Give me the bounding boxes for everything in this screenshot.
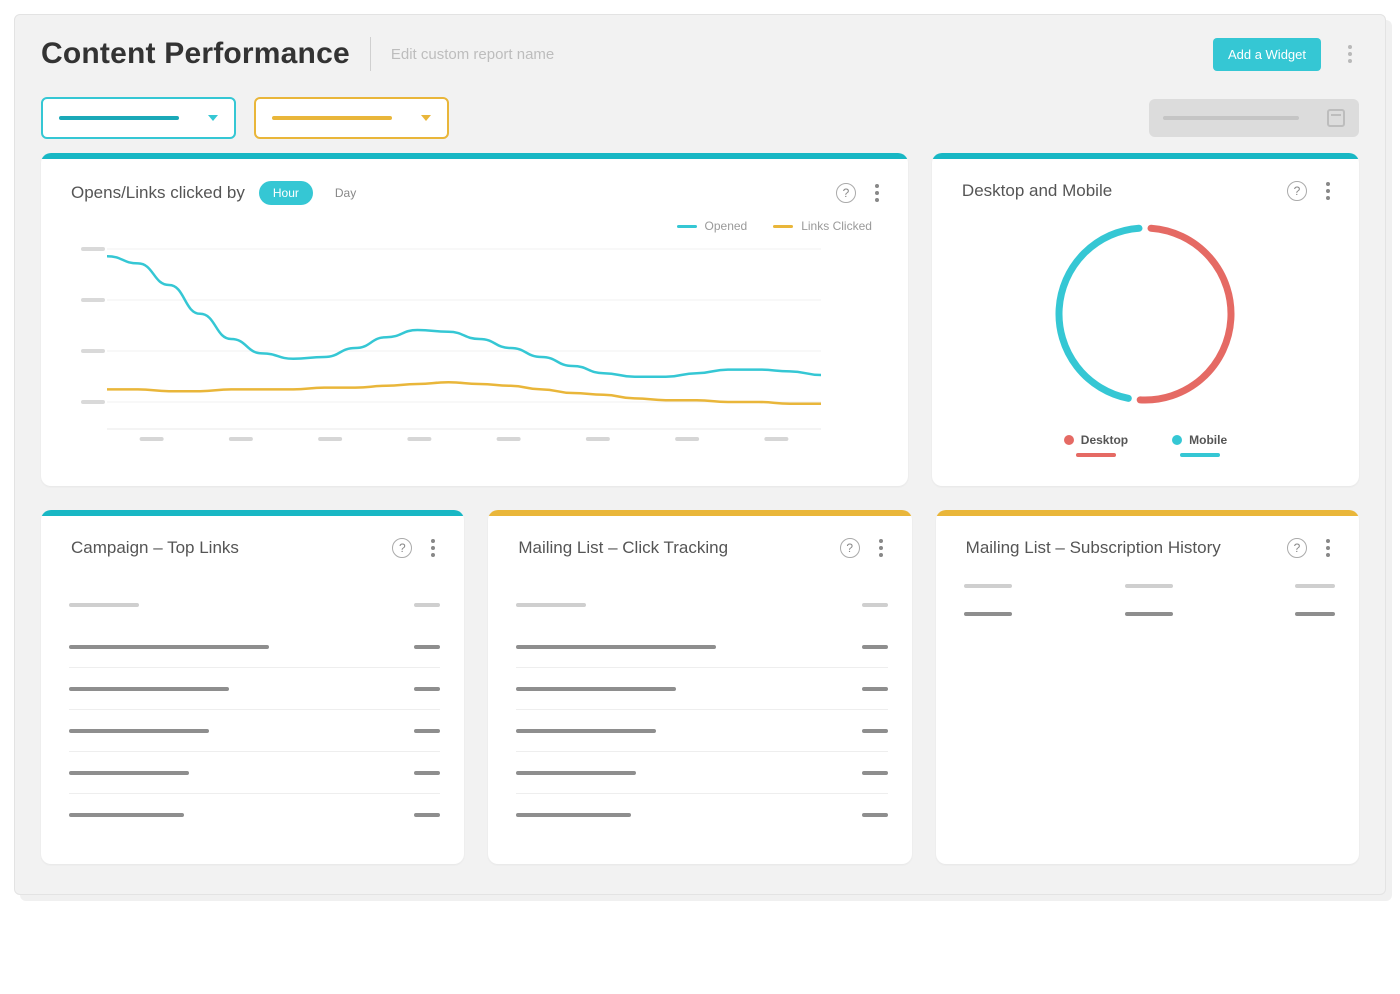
date-value-placeholder bbox=[1163, 116, 1299, 120]
filter-dropdown-secondary[interactable] bbox=[254, 97, 449, 139]
legend-dot bbox=[1172, 435, 1182, 445]
report-name-editor[interactable]: Edit custom report name bbox=[391, 46, 554, 63]
date-range-picker[interactable] bbox=[1149, 99, 1359, 137]
report-frame: Content Performance Edit custom report n… bbox=[14, 14, 1386, 895]
header-divider bbox=[370, 37, 371, 71]
help-icon[interactable]: ? bbox=[1287, 538, 1307, 558]
widget-title: Campaign – Top Links bbox=[71, 538, 239, 558]
filters-row bbox=[41, 97, 1359, 139]
donut-legend: Desktop Mobile bbox=[1064, 433, 1227, 457]
widget-more-menu[interactable] bbox=[1321, 539, 1335, 557]
page-title: Content Performance bbox=[41, 37, 350, 71]
legend-desktop: Desktop bbox=[1064, 433, 1128, 457]
table-row[interactable] bbox=[516, 668, 887, 710]
click-tracking-list bbox=[488, 566, 911, 864]
page-more-menu[interactable] bbox=[1341, 40, 1359, 68]
toggle-hour[interactable]: Hour bbox=[259, 181, 313, 205]
legend-dot bbox=[1064, 435, 1074, 445]
filter-value-placeholder bbox=[272, 116, 392, 120]
widget-desktop-mobile: Desktop and Mobile ? Desktop Mobile bbox=[932, 153, 1359, 486]
widget-title: Opens/Links clicked by bbox=[71, 183, 245, 203]
table-header-row bbox=[516, 584, 887, 626]
widget-more-menu[interactable] bbox=[426, 539, 440, 557]
legend-mobile: Mobile bbox=[1172, 433, 1227, 457]
table-row[interactable] bbox=[964, 612, 1335, 616]
table-row[interactable] bbox=[69, 626, 440, 668]
widget-title: Mailing List – Click Tracking bbox=[518, 538, 728, 558]
page-header: Content Performance Edit custom report n… bbox=[41, 37, 1359, 71]
calendar-icon bbox=[1327, 109, 1345, 127]
widget-title: Desktop and Mobile bbox=[962, 181, 1112, 201]
filter-dropdown-primary[interactable] bbox=[41, 97, 236, 139]
legend-underline bbox=[1180, 453, 1220, 457]
table-header-row bbox=[69, 584, 440, 626]
help-icon[interactable]: ? bbox=[836, 183, 856, 203]
granularity-toggle: Hour Day bbox=[259, 181, 370, 205]
opens-links-line-chart bbox=[71, 239, 831, 459]
subscription-history-table bbox=[936, 566, 1359, 668]
table-header-row bbox=[964, 584, 1335, 588]
chevron-down-icon bbox=[208, 115, 218, 121]
legend-swatch bbox=[677, 225, 697, 228]
legend-links-clicked: Links Clicked bbox=[773, 219, 872, 233]
table-row[interactable] bbox=[69, 794, 440, 836]
add-widget-button[interactable]: Add a Widget bbox=[1213, 38, 1321, 71]
table-row[interactable] bbox=[516, 794, 887, 836]
table-row[interactable] bbox=[516, 752, 887, 794]
legend-swatch bbox=[773, 225, 793, 228]
table-row[interactable] bbox=[516, 710, 887, 752]
toggle-day[interactable]: Day bbox=[321, 181, 370, 205]
help-icon[interactable]: ? bbox=[392, 538, 412, 558]
table-row[interactable] bbox=[69, 668, 440, 710]
widget-title: Mailing List – Subscription History bbox=[966, 538, 1221, 558]
widget-subscription-history: Mailing List – Subscription History ? bbox=[936, 510, 1359, 864]
widget-top-links: Campaign – Top Links ? bbox=[41, 510, 464, 864]
filter-value-placeholder bbox=[59, 116, 179, 120]
widget-click-tracking: Mailing List – Click Tracking ? bbox=[488, 510, 911, 864]
table-row[interactable] bbox=[69, 752, 440, 794]
help-icon[interactable]: ? bbox=[840, 538, 860, 558]
widget-more-menu[interactable] bbox=[870, 184, 884, 202]
legend-underline bbox=[1076, 453, 1116, 457]
line-chart-legend: Opened Links Clicked bbox=[41, 213, 908, 235]
widget-more-menu[interactable] bbox=[1321, 182, 1335, 200]
chevron-down-icon bbox=[421, 115, 431, 121]
widget-more-menu[interactable] bbox=[874, 539, 888, 557]
widget-opens-links: Opens/Links clicked by Hour Day ? Opened… bbox=[41, 153, 908, 486]
help-icon[interactable]: ? bbox=[1287, 181, 1307, 201]
table-row[interactable] bbox=[69, 710, 440, 752]
table-row[interactable] bbox=[516, 626, 887, 668]
top-links-list bbox=[41, 566, 464, 864]
legend-opened: Opened bbox=[677, 219, 748, 233]
desktop-mobile-donut-chart bbox=[1040, 209, 1250, 419]
